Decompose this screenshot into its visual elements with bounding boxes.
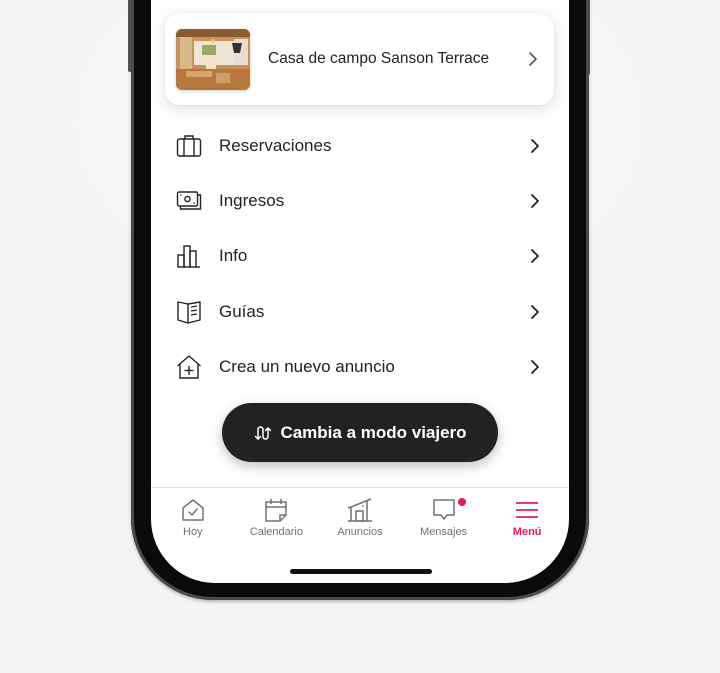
money-icon bbox=[176, 191, 202, 210]
tab-messages[interactable]: Mensajes bbox=[402, 488, 486, 548]
bar-chart-icon bbox=[177, 245, 200, 268]
messages-icon bbox=[432, 499, 455, 520]
chevron-right-icon bbox=[529, 52, 537, 66]
tab-menu[interactable]: Menú bbox=[485, 488, 569, 548]
chevron-right-icon bbox=[531, 304, 539, 319]
tab-calendar[interactable]: Calendario bbox=[235, 488, 319, 548]
menu-item-guides[interactable]: Guías bbox=[151, 284, 569, 339]
chevron-right-icon bbox=[531, 138, 539, 153]
tab-today[interactable]: Hoy bbox=[151, 488, 235, 548]
chevron-right-icon bbox=[531, 194, 539, 208]
menu-label: Guías bbox=[219, 301, 265, 321]
suitcase-icon bbox=[176, 134, 202, 157]
menu-label: Reservaciones bbox=[219, 135, 332, 155]
menu-item-create-listing[interactable]: Crea un nuevo anuncio bbox=[151, 339, 569, 394]
menu-label: Info bbox=[219, 246, 248, 266]
menu-item-insights[interactable]: Info bbox=[151, 229, 569, 284]
tab-label: Calendario bbox=[249, 526, 303, 538]
add-home-icon bbox=[177, 355, 201, 379]
tab-label: Mensajes bbox=[420, 526, 468, 538]
menu-label: Crea un nuevo anuncio bbox=[219, 356, 395, 376]
unread-badge bbox=[457, 498, 466, 506]
phone-screen: Casa de campo Sanson Terrace Reservacion… bbox=[151, 0, 569, 583]
listings-icon bbox=[347, 498, 372, 522]
home-indicator[interactable] bbox=[290, 569, 432, 574]
menu-icon bbox=[516, 502, 539, 518]
guidebook-icon bbox=[177, 300, 201, 324]
chevron-right-icon bbox=[531, 359, 539, 374]
bottom-tab-bar: Hoy Calendario Anuncios Mensajes Menú bbox=[151, 487, 569, 548]
calendar-icon bbox=[265, 499, 288, 522]
listing-card[interactable]: Casa de campo Sanson Terrace bbox=[165, 13, 554, 105]
tab-label: Anuncios bbox=[337, 526, 383, 538]
today-icon bbox=[182, 499, 204, 521]
tab-label: Menú bbox=[512, 526, 542, 538]
menu-list: Reservaciones Ingresos Info Guías Crea u… bbox=[151, 118, 569, 394]
menu-item-reservations[interactable]: Reservaciones bbox=[151, 118, 569, 173]
listing-title: Casa de campo Sanson Terrace bbox=[268, 50, 490, 67]
switch-icon bbox=[255, 425, 272, 440]
menu-label: Ingresos bbox=[219, 190, 285, 210]
menu-item-earnings[interactable]: Ingresos bbox=[151, 173, 569, 228]
tab-listings[interactable]: Anuncios bbox=[318, 488, 402, 548]
switch-to-travel-button[interactable]: Cambia a modo viajero bbox=[222, 403, 498, 462]
chevron-right-icon bbox=[531, 249, 539, 264]
listing-thumbnail bbox=[176, 28, 250, 90]
tab-label: Hoy bbox=[183, 526, 203, 538]
switch-label: Cambia a modo viajero bbox=[280, 422, 467, 442]
